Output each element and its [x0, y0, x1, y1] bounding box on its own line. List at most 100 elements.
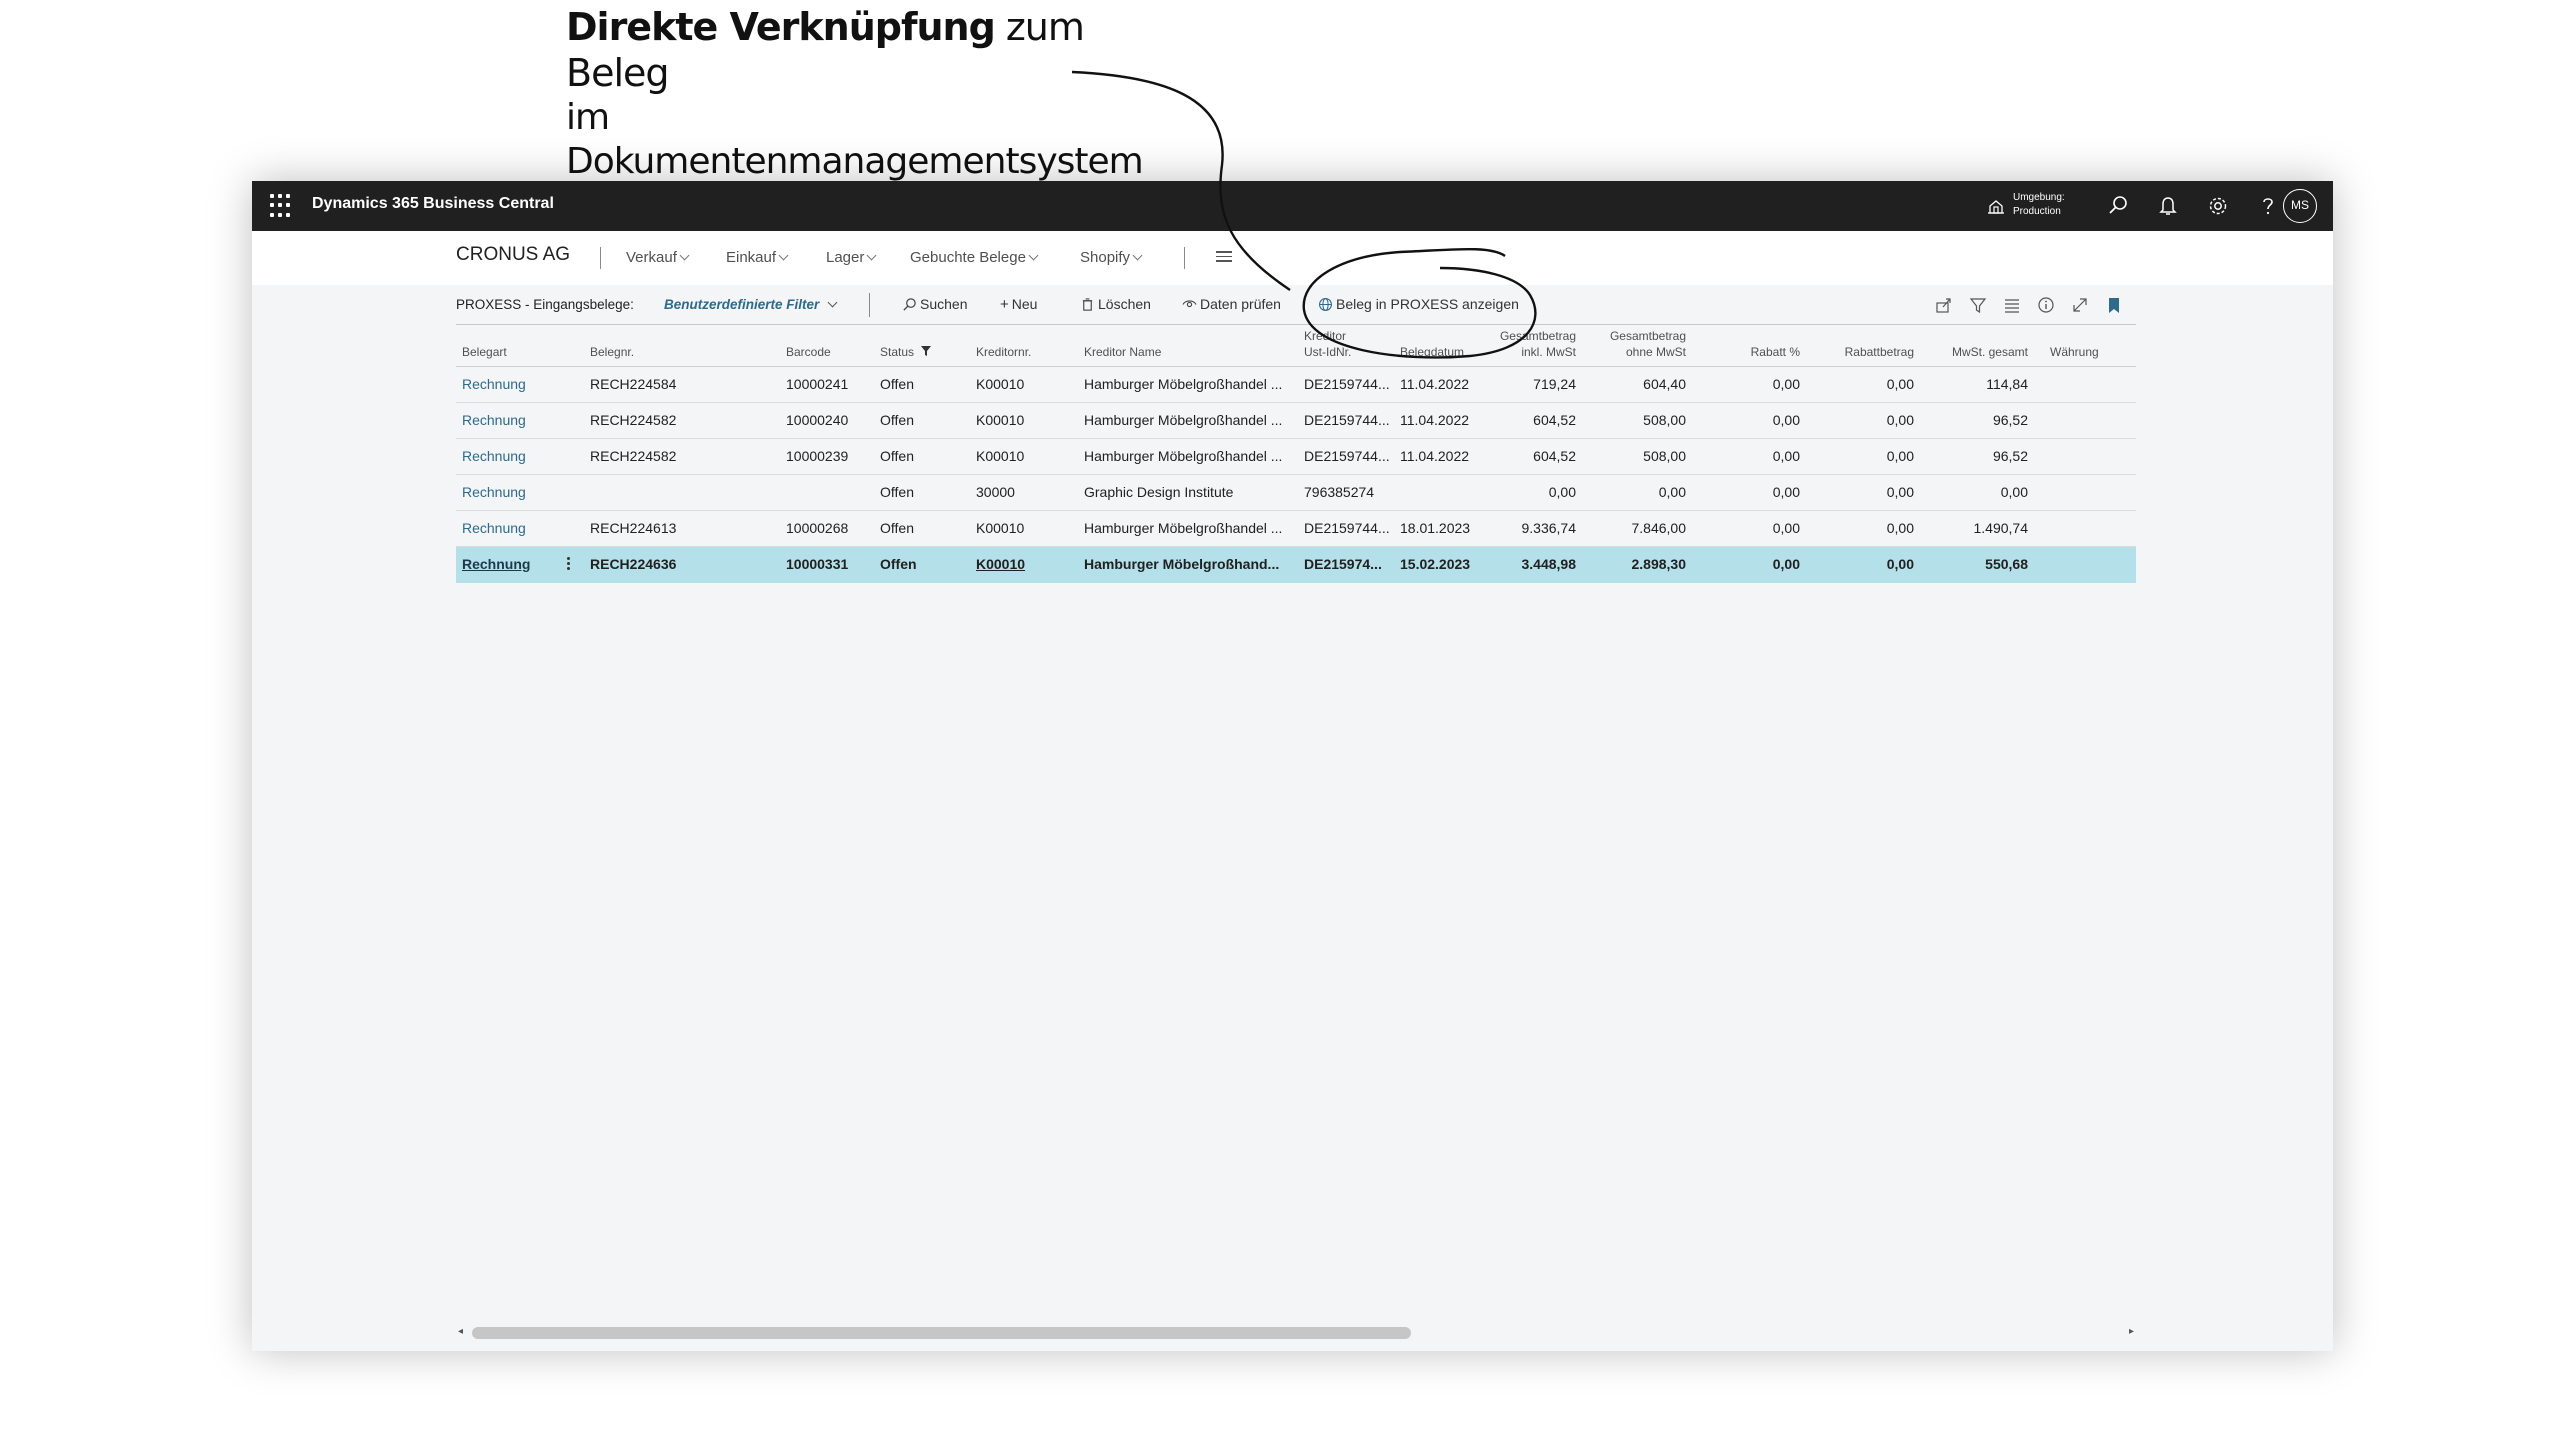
- cell-mwst-gesamt: 1.490,74: [1973, 520, 2029, 536]
- col-header-waehrung[interactable]: Währung: [2050, 344, 2099, 360]
- cell-belegdatum: 11.04.2022: [1400, 376, 1470, 392]
- col-header-rabattbetrag[interactable]: Rabattbetrag: [1826, 344, 1914, 360]
- col-header-gesamt-ohne[interactable]: Gesamtbetrag ohne MwSt: [1606, 328, 1686, 360]
- nav-more-menu-icon[interactable]: [1216, 251, 1232, 263]
- col-header-barcode[interactable]: Barcode: [786, 344, 831, 360]
- list-view-icon[interactable]: [2002, 295, 2022, 315]
- cell-barcode: 10000239: [786, 448, 849, 464]
- nav-item-lager[interactable]: Lager: [826, 249, 877, 266]
- col-header-status[interactable]: Status: [880, 344, 932, 360]
- cell-rabattbetrag: 0,00: [1886, 520, 1914, 536]
- table-row[interactable]: Rechnung RECH224584 10000241 Offen K00010 Ham…: [456, 367, 2136, 403]
- environment-value: Production: [2013, 206, 2061, 217]
- cell-ustid: DE2159744...: [1304, 520, 1390, 536]
- cell-gesamt-ohne: 2.898,30: [1631, 556, 1687, 572]
- cell-belegart[interactable]: Rechnung: [462, 376, 572, 392]
- col-header-kreditor-name[interactable]: Kreditor Name: [1084, 344, 1161, 360]
- scroll-right-arrow-icon[interactable]: ▸: [2129, 1326, 2134, 1337]
- col-header-mwst-gesamt[interactable]: MwSt. gesamt: [1936, 344, 2028, 360]
- nav-item-gebuchte-belege[interactable]: Gebuchte Belege: [910, 249, 1039, 266]
- bookmark-icon[interactable]: [2104, 295, 2124, 315]
- cell-gesamt-inkl: 719,24: [1533, 376, 1576, 392]
- cell-kreditornr: K00010: [976, 448, 1025, 464]
- cell-kreditor-name: Hamburger Möbelgroßhandel ...: [1084, 520, 1283, 536]
- cell-gesamt-inkl: 3.448,98: [1521, 556, 1577, 572]
- company-name[interactable]: CRONUS AG: [456, 244, 570, 266]
- environment-indicator[interactable]: Umgebung: Production: [1987, 189, 2097, 223]
- table-row[interactable]: Rechnung RECH224613 10000268 Offen K00010 Ham…: [456, 511, 2136, 547]
- show-in-proxess-button[interactable]: Beleg in PROXESS anzeigen: [1318, 296, 1519, 312]
- cell-belegnr: RECH224582: [590, 448, 677, 464]
- row-actions-menu-icon[interactable]: [566, 555, 572, 575]
- cell-belegdatum: 11.04.2022: [1400, 448, 1470, 464]
- chevron-down-icon: [1132, 250, 1143, 261]
- cell-kreditor-name: Hamburger Möbelgroßhand...: [1084, 556, 1280, 572]
- avatar[interactable]: MS: [2283, 189, 2317, 223]
- cell-gesamt-ohne: 508,00: [1643, 412, 1686, 428]
- search-icon[interactable]: [2105, 193, 2131, 219]
- search-button[interactable]: Suchen: [902, 296, 967, 312]
- cell-rabattbetrag: 0,00: [1886, 484, 1914, 500]
- col-header-rabatt-pct[interactable]: Rabatt %: [1716, 344, 1800, 360]
- action-bar: PROXESS - Eingangsbelege: Benutzerdefini…: [456, 285, 2136, 325]
- table-row[interactable]: Rechnung RECH224582 10000239 Offen K00010 Ham…: [456, 439, 2136, 475]
- nav-item-einkauf[interactable]: Einkauf: [726, 249, 789, 266]
- cell-belegart[interactable]: Rechnung: [462, 484, 572, 500]
- custom-filter-dropdown[interactable]: Benutzerdefinierte Filter: [664, 297, 838, 312]
- nav-item-shopify[interactable]: Shopify: [1080, 249, 1143, 266]
- col-header-gesamt-inkl[interactable]: Gesamtbetrag inkl. MwSt: [1496, 328, 1576, 360]
- cell-rabattbetrag: 0,00: [1886, 412, 1914, 428]
- chevron-down-icon: [778, 250, 789, 261]
- nav-item-verkauf[interactable]: Verkauf: [626, 249, 690, 266]
- col-header-belegdatum[interactable]: Belegdatum: [1400, 344, 1464, 360]
- cell-rabatt-pct: 0,00: [1772, 484, 1800, 500]
- scroll-left-arrow-icon[interactable]: ◂: [458, 1326, 463, 1337]
- col-header-belegart[interactable]: Belegart: [462, 344, 507, 360]
- cell-status: Offen: [880, 412, 914, 428]
- scrollbar-thumb[interactable]: [472, 1327, 1411, 1339]
- cell-rabatt-pct: 0,00: [1772, 412, 1800, 428]
- filter-icon[interactable]: [1968, 295, 1988, 315]
- cell-mwst-gesamt: 550,68: [1985, 556, 2028, 572]
- cell-gesamt-inkl: 0,00: [1548, 484, 1576, 500]
- bell-icon[interactable]: [2155, 193, 2181, 219]
- nav-separator: [1184, 247, 1185, 269]
- check-data-button[interactable]: Daten prüfen: [1182, 296, 1281, 312]
- cell-kreditornr: K00010: [976, 376, 1025, 392]
- share-icon[interactable]: [1934, 295, 1954, 315]
- col-header-ustid[interactable]: Kreditor Ust-IdNr.: [1304, 328, 1351, 360]
- cell-barcode: 10000331: [786, 556, 849, 572]
- cell-rabattbetrag: 0,00: [1886, 376, 1914, 392]
- delete-button[interactable]: Löschen: [1080, 296, 1151, 312]
- apps-waffle-icon[interactable]: [270, 194, 294, 218]
- cell-kreditor-name: Hamburger Möbelgroßhandel ...: [1084, 448, 1283, 464]
- cell-belegart[interactable]: Rechnung: [462, 412, 572, 428]
- cell-kreditornr: K00010: [976, 412, 1025, 428]
- cell-barcode: 10000240: [786, 412, 849, 428]
- cell-kreditornr: K00010: [976, 520, 1025, 536]
- expand-icon[interactable]: [2070, 295, 2090, 315]
- new-button[interactable]: + Neu: [1000, 296, 1037, 313]
- app-title[interactable]: Dynamics 365 Business Central: [312, 195, 554, 213]
- col-header-belegnr[interactable]: Belegnr.: [590, 344, 634, 360]
- cell-belegart[interactable]: Rechnung: [462, 448, 572, 464]
- gear-icon[interactable]: [2205, 193, 2231, 219]
- cell-mwst-gesamt: 96,52: [1992, 448, 2028, 464]
- cell-rabattbetrag: 0,00: [1886, 448, 1914, 464]
- annotation-line-1: Direkte Verknüpfung zum Beleg: [566, 5, 1085, 95]
- cell-belegart[interactable]: Rechnung: [462, 556, 572, 572]
- cell-mwst-gesamt: 114,84: [1986, 376, 2028, 392]
- table-row[interactable]: Rechnung Offen 30000 Graphic Design Institu…: [456, 475, 2136, 511]
- info-icon[interactable]: [2036, 295, 2056, 315]
- col-header-kreditornr[interactable]: Kreditornr.: [976, 344, 1031, 360]
- table-row[interactable]: Rechnung RECH224636 10000331 Offen K00010 Ham…: [456, 547, 2136, 583]
- trash-icon: [1082, 298, 1093, 311]
- horizontal-scrollbar[interactable]: ◂ ▸: [456, 1324, 2136, 1340]
- chevron-down-icon: [866, 250, 877, 261]
- cell-gesamt-inkl: 604,52: [1533, 448, 1576, 464]
- help-icon[interactable]: [2255, 193, 2281, 219]
- table-row[interactable]: Rechnung RECH224582 10000240 Offen K00010 Ham…: [456, 403, 2136, 439]
- cell-belegart[interactable]: Rechnung: [462, 520, 572, 536]
- top-bar: Dynamics 365 Business Central Umgebung: P…: [252, 181, 2333, 231]
- cell-mwst-gesamt: 0,00: [2000, 484, 2028, 500]
